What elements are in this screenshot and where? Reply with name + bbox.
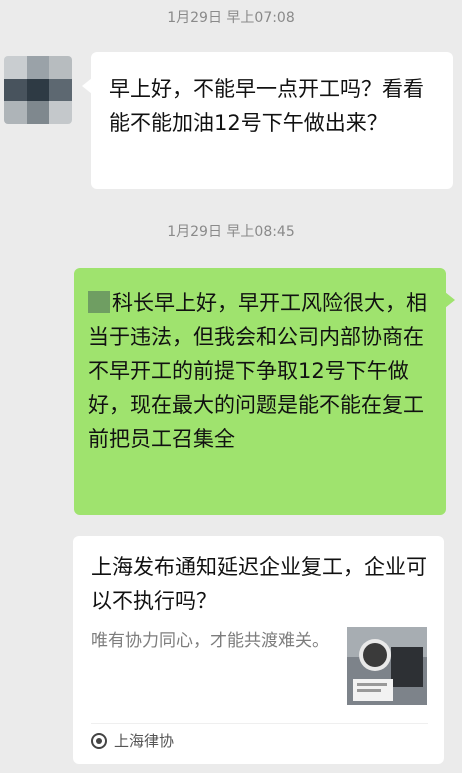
article-description: 唯有协力同心，才能共渡难关。 xyxy=(91,631,329,651)
shared-article-card[interactable]: 上海发布通知延迟企业复工，企业可以不执行吗？ 唯有协力同心，才能共渡难关。 上海… xyxy=(73,536,444,764)
avatar[interactable] xyxy=(4,56,72,124)
incoming-message-text: 早上好，不能早一点开工吗？看看能不能加油12号下午做出来？ xyxy=(109,77,424,135)
incoming-message-bubble[interactable]: 早上好，不能早一点开工吗？看看能不能加油12号下午做出来？ xyxy=(82,52,453,189)
card-divider xyxy=(91,723,428,724)
outgoing-message-bubble[interactable]: 科长早上好，早开工风险很大，相当于违法，但我会和公司内部协商在不早开工的前提下争… xyxy=(74,268,455,515)
article-source[interactable]: 上海律协 xyxy=(91,730,174,751)
official-account-icon xyxy=(91,732,107,749)
message-timestamp: 1月29日 早上07:08 xyxy=(167,10,295,26)
redacted-name-block xyxy=(88,291,110,313)
outgoing-message-text: 科长早上好，早开工风险很大，相当于违法，但我会和公司内部协商在不早开工的前提下争… xyxy=(88,291,427,451)
outgoing-message-content: 科长早上好，早开工风险很大，相当于违法，但我会和公司内部协商在不早开工的前提下争… xyxy=(88,286,436,456)
source-name: 上海律协 xyxy=(114,732,175,750)
article-thumbnail-image xyxy=(347,627,427,705)
message-timestamp: 1月29日 早上08:45 xyxy=(167,224,295,240)
article-title: 上海发布通知延迟企业复工，企业可以不执行吗？ xyxy=(91,555,427,613)
